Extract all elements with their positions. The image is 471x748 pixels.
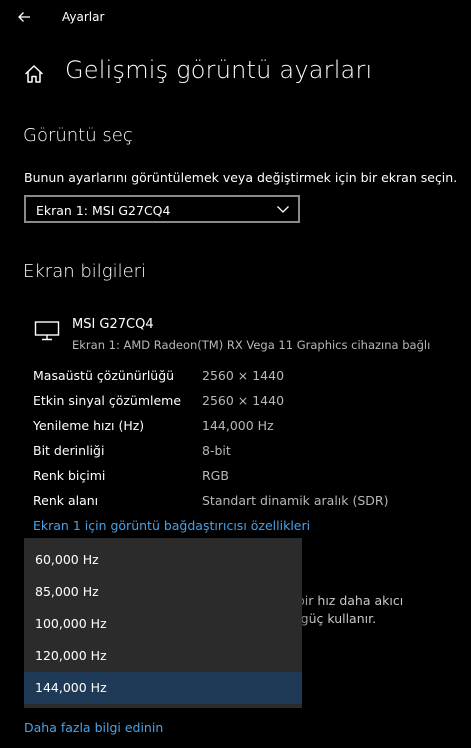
refresh-rate-option[interactable]: 100,000 Hz xyxy=(24,608,302,640)
monitor-icon xyxy=(34,321,60,341)
window-title: Ayarlar xyxy=(62,10,105,24)
info-row-value: Standart dinamik aralık (SDR) xyxy=(202,493,389,508)
refresh-rate-option[interactable]: 120,000 Hz xyxy=(24,640,302,672)
arrow-left-icon[interactable] xyxy=(14,6,36,28)
chevron-down-icon xyxy=(277,206,289,213)
info-row-value: 144,000 Hz xyxy=(202,418,274,433)
info-row-value: 2560 × 1440 xyxy=(202,368,285,383)
select-display-description: Bunun ayarlarını görüntülemek veya değiş… xyxy=(24,170,458,185)
display-select-value: Ekran 1: MSI G27CQ4 xyxy=(36,203,171,218)
home-icon xyxy=(24,65,44,83)
display-select-dropdown[interactable]: Ekran 1: MSI G27CQ4 xyxy=(24,195,300,223)
refresh-rate-description: a güç kullanır. xyxy=(289,611,377,626)
info-row-value: 2560 × 1440 xyxy=(202,393,285,408)
refresh-rate-dropdown-list[interactable]: 60,000 Hz 85,000 Hz 100,000 Hz 120,000 H… xyxy=(24,538,302,708)
info-row-label: Masaüstü çözünürlüğü xyxy=(33,368,175,383)
info-row-label: Etkin sinyal çözümleme xyxy=(33,393,182,408)
adapter-properties-link[interactable]: Ekran 1 için görüntü bağdaştırıcısı özel… xyxy=(33,518,310,533)
info-row-label: Renk alanı xyxy=(33,493,99,508)
page-title: Gelişmiş görüntü ayarları xyxy=(65,56,373,84)
monitor-connection-text: Ekran 1: AMD Radeon(TM) RX Vega 11 Graph… xyxy=(72,338,431,352)
select-display-heading: Görüntü seç xyxy=(23,125,133,146)
monitor-name: MSI G27CQ4 xyxy=(72,317,154,332)
refresh-rate-option[interactable]: 60,000 Hz xyxy=(24,544,302,576)
info-row-label: Renk biçimi xyxy=(33,468,106,483)
refresh-rate-option[interactable]: 85,000 Hz xyxy=(24,576,302,608)
info-row-label: Bit derinliği xyxy=(33,443,105,458)
more-info-link[interactable]: Daha fazla bilgi edinin xyxy=(24,720,163,735)
refresh-rate-description: t bir hız daha akıcı xyxy=(288,593,404,608)
info-row-value: 8-bit xyxy=(202,443,231,458)
info-row-value: RGB xyxy=(202,468,229,483)
info-row-label: Yenileme hızı (Hz) xyxy=(33,418,145,433)
refresh-rate-option-selected[interactable]: 144,000 Hz xyxy=(24,672,302,704)
display-info-heading: Ekran bilgileri xyxy=(23,261,147,282)
